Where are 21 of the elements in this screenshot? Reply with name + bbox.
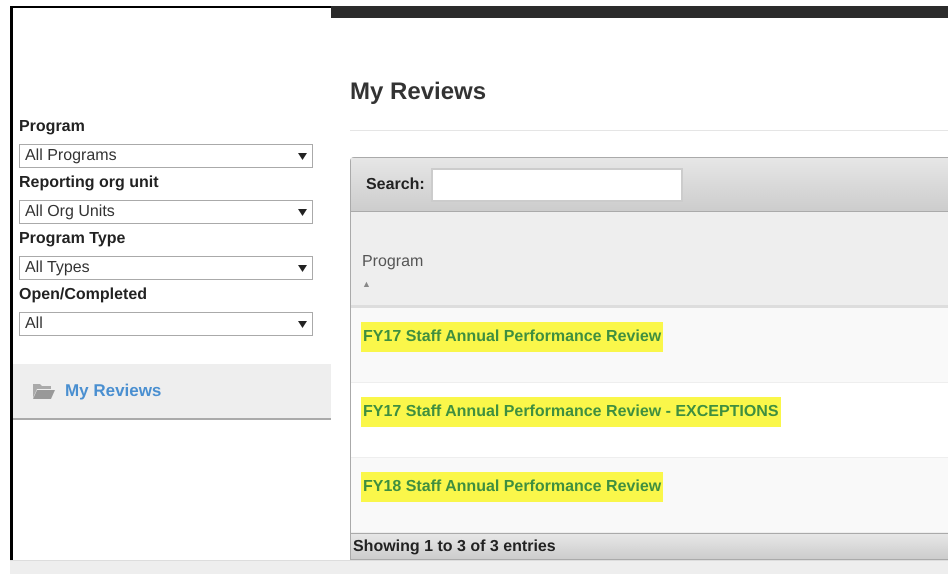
search-field[interactable] bbox=[430, 168, 683, 202]
caret-icon bbox=[298, 320, 307, 328]
search-label: Search: bbox=[366, 174, 425, 194]
filter-label: Program bbox=[19, 117, 86, 137]
filter-dropdown[interactable]: All bbox=[19, 312, 313, 336]
folder-icon bbox=[33, 383, 55, 399]
filter-label: Program Type bbox=[19, 229, 126, 249]
table-info: Showing 1 to 3 of 3 entries bbox=[351, 533, 948, 559]
page-title: My Reviews bbox=[350, 77, 488, 107]
filter-label: Open/Completed bbox=[19, 285, 148, 305]
column-header[interactable]: Program bbox=[362, 250, 948, 274]
program-link[interactable]: FY17 Staff Annual Performance Review bbox=[361, 322, 664, 352]
caret-icon bbox=[298, 264, 307, 272]
filter-dropdown[interactable]: All Org Units bbox=[19, 200, 313, 224]
program-link[interactable]: FY18 Staff Annual Performance Review bbox=[361, 472, 664, 502]
caret-icon bbox=[298, 208, 307, 216]
caret-icon bbox=[298, 152, 307, 160]
filter-dropdown[interactable]: All Types bbox=[19, 256, 313, 280]
filter-dropdown[interactable]: All Programs bbox=[19, 144, 313, 168]
program-link[interactable]: FY17 Staff Annual Performance Review - EXCEPTIONS bbox=[361, 397, 781, 427]
filter-label: Reporting org unit bbox=[19, 173, 160, 193]
